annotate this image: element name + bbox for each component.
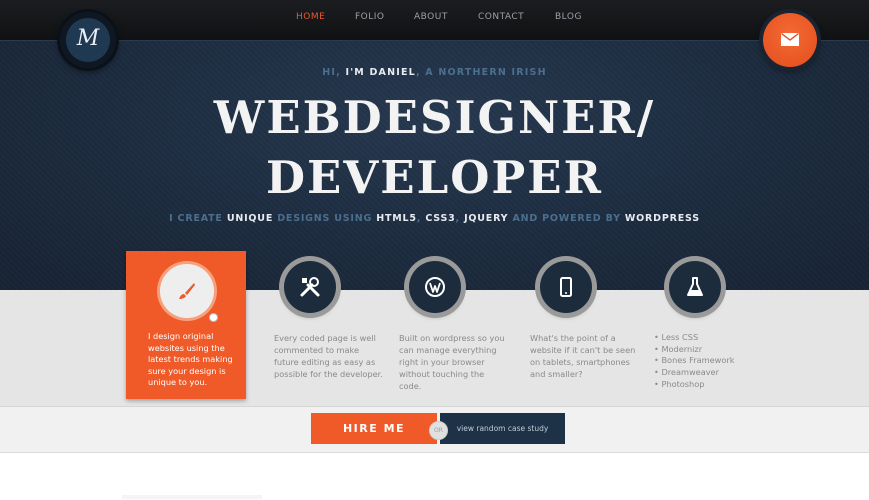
card-indicator-dot: [209, 313, 218, 322]
feature-text: What's the point of a website if it can'…: [530, 333, 636, 379]
feature-text: Built on wordpress so you can manage eve…: [399, 333, 505, 391]
nav-about[interactable]: ABOUT: [414, 12, 448, 22]
site-logo[interactable]: M: [60, 12, 116, 68]
headline-line-1: WEBDESIGNER/: [213, 91, 656, 144]
top-navigation-bar: HOME FOLIO ABOUT CONTACT BLOG: [0, 0, 869, 41]
nav-home[interactable]: HOME: [296, 12, 325, 22]
brush-icon: [179, 283, 195, 299]
headline-line-2: DEVELOPER: [266, 151, 603, 204]
tools-list-item: Bones Framework: [654, 355, 764, 367]
tools-list: Less CSS Modernizr Bones Framework Dream…: [654, 332, 764, 391]
tools-list-item: Modernizr: [654, 344, 764, 356]
intro-prefix: HI,: [322, 67, 346, 78]
tools-list-item: Less CSS: [654, 332, 764, 344]
tagline-highlight: UNIQUE: [226, 213, 274, 224]
tagline-highlight: WORDPRESS: [624, 213, 700, 224]
feature-icon-circle: [160, 264, 214, 318]
tagline-highlight: HTML5: [376, 213, 417, 224]
feature-icon-circle: [669, 261, 721, 313]
nav-contact[interactable]: CONTACT: [478, 12, 524, 22]
tagline-part: DESIGNS USING: [273, 213, 377, 224]
feature-text: I design original websites using the lat…: [148, 331, 233, 387]
nav-blog[interactable]: BLOG: [555, 12, 582, 22]
case-study-button[interactable]: view random case study: [440, 413, 565, 444]
mail-button[interactable]: [763, 13, 817, 67]
hire-me-button[interactable]: HIRE ME: [311, 413, 437, 444]
tools-icon: [300, 277, 320, 297]
feature-card-design[interactable]: I design original websites using the lat…: [126, 251, 246, 399]
feature-icon-circle: [409, 261, 461, 313]
tagline-highlight: JQUERY: [464, 213, 509, 224]
tools-list-item: Dreamweaver: [654, 367, 764, 379]
wordpress-icon: [425, 277, 445, 297]
phone-icon: [560, 277, 572, 297]
flask-icon: [687, 277, 703, 296]
feature-text: Every coded page is well commented to ma…: [274, 333, 383, 379]
tagline-part: AND POWERED BY: [508, 213, 625, 224]
envelope-icon: [781, 33, 799, 46]
tagline-highlight: CSS3: [425, 213, 456, 224]
tagline-part: ,: [455, 213, 465, 224]
or-separator: OR: [429, 421, 448, 440]
logo-badge: M: [66, 18, 110, 62]
tagline-part: I CREATE: [169, 213, 227, 224]
nav-folio[interactable]: FOLIO: [355, 12, 385, 22]
main-nav: HOME FOLIO ABOUT CONTACT BLOG: [0, 0, 869, 40]
tagline: I CREATE UNIQUE DESIGNS USING HTML5, CSS…: [0, 213, 869, 224]
intro-line: HI, I'M DANIEL, A NORTHERN IRISH: [0, 67, 869, 78]
feature-icon-circle: [540, 261, 592, 313]
intro-suffix: , A NORTHERN IRISH: [415, 67, 547, 78]
feature-icon-circle: [284, 261, 336, 313]
intro-name: I'M DANIEL: [345, 67, 416, 78]
logo-mark: M: [76, 26, 100, 51]
tools-list-item: Photoshop: [654, 379, 764, 391]
faded-content: [122, 495, 262, 499]
